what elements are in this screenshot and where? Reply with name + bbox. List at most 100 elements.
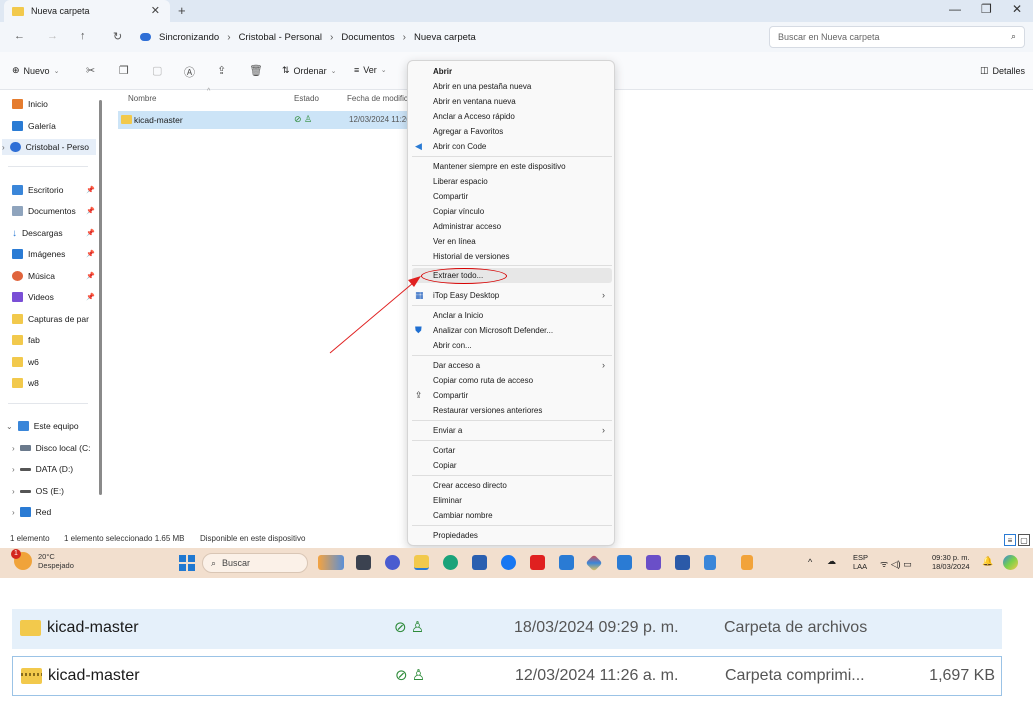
sidebar-item-este-equipo[interactable]: ⌄ Este equipo [6,418,96,434]
menu-item-administrar-acceso[interactable]: Administrar acceso [433,222,501,231]
outlook-icon[interactable] [559,555,574,570]
zoom-row-folder[interactable]: kicad-master ⊘ ♙ 18/03/2024 09:29 p. m. … [12,609,1002,649]
sidebar-item-inicio[interactable]: Inicio [12,96,102,112]
file-explorer-icon[interactable] [414,555,429,570]
sort-button[interactable]: ⇅ Ordenar ⌄ [282,65,336,76]
landscape-widget-icon[interactable] [318,555,344,570]
menu-item-dar-acceso[interactable]: Dar acceso a [433,361,480,370]
forward-icon[interactable]: → [47,30,58,42]
windows-start-icon[interactable] [179,555,195,571]
sidebar-item-cristobal[interactable]: › Cristobal - Perso [2,139,96,155]
breadcrumb-item[interactable]: Nueva carpeta [414,32,476,43]
youtube-icon[interactable] [530,555,545,570]
share-icon[interactable]: ⇪ [217,64,226,77]
taskbar-search[interactable]: ⌕ Buscar [202,553,308,573]
menu-item-itop-easy-desktop[interactable]: iTop Easy Desktop [433,291,499,300]
minimize-icon[interactable]: — [949,2,961,16]
menu-item-cortar[interactable]: Cortar [433,446,455,455]
menu-item-eliminar[interactable]: Eliminar [433,496,462,505]
sidebar-item-data-d[interactable]: › DATA (D:) [12,461,102,477]
view-button[interactable]: ≡ Ver ⌄ [354,65,387,75]
store-icon[interactable] [472,555,487,570]
menu-item-crear-acceso-directo[interactable]: Crear acceso directo [433,481,507,490]
teams-icon[interactable] [646,555,661,570]
menu-item-liberar-espacio[interactable]: Liberar espacio [433,177,488,186]
tiles-view-icon[interactable]: ▢ [1018,534,1030,546]
menu-item-compartir[interactable]: Compartir [433,391,468,400]
menu-item-analizar-defender[interactable]: Analizar con Microsoft Defender... [433,326,553,335]
refresh-icon[interactable]: ↻ [113,30,122,43]
column-header-status[interactable]: Estado [294,94,319,103]
network-app-icon[interactable] [704,555,716,570]
delete-icon[interactable]: 🗑 [249,64,263,77]
restore-icon[interactable]: ❐ [981,2,992,16]
chat-icon[interactable] [385,555,400,570]
new-tab-icon[interactable]: + [178,3,186,18]
search-input[interactable]: Buscar en Nueva carpeta ⌕ [769,26,1025,48]
menu-item-compartir-onedrive[interactable]: Compartir [433,192,468,201]
menu-item-abrir-con-code[interactable]: Abrir con Code [433,142,486,151]
copilot-icon[interactable] [1003,555,1018,570]
app-icon[interactable] [741,555,753,570]
task-view-icon[interactable] [356,555,371,570]
wifi-volume-battery-icon[interactable]: ᯤ ◁) ▭ [880,557,912,570]
sidebar-scrollbar[interactable] [99,100,102,495]
menu-item-copiar-ruta[interactable]: Copiar como ruta de acceso [433,376,533,385]
breadcrumb-item[interactable]: Cristobal - Personal [239,32,322,43]
details-view-icon[interactable]: ≡ [1004,534,1016,546]
sidebar-item-galeria[interactable]: Galería [12,118,102,134]
breadcrumb-item[interactable]: Sincronizando [159,32,219,43]
notification-bell-icon[interactable]: 🔔 [982,556,993,567]
sidebar-item-disco-c[interactable]: › Disco local (C: [12,440,102,456]
menu-item-abrir-con[interactable]: Abrir con... [433,341,472,350]
tab-nueva-carpeta[interactable]: Nueva carpeta ✕ [4,0,170,22]
menu-item-mantener[interactable]: Mantener siempre en este dispositivo [433,162,566,171]
new-button[interactable]: ⊕ Nuevo ⌄ [12,65,59,76]
sidebar-item-os-e[interactable]: › OS (E:) [12,483,102,499]
copy-icon[interactable]: ❐ [119,64,129,77]
edge-icon[interactable] [443,555,458,570]
menu-item-enviar-a[interactable]: Enviar a [433,426,462,435]
menu-item-abrir-ventana[interactable]: Abrir en ventana nueva [433,97,516,106]
sidebar-item-fab[interactable]: fab [12,332,102,348]
zoom-row-zip[interactable]: kicad-master ⊘ ♙ 12/03/2024 11:26 a. m. … [12,656,1002,696]
close-tab-icon[interactable]: ✕ [151,4,160,17]
weather-widget[interactable]: 1 20°C Despejado [11,549,74,570]
menu-item-copiar[interactable]: Copiar [433,461,457,470]
menu-item-abrir[interactable]: Abrir [433,67,452,76]
menu-item-copiar-vinculo[interactable]: Copiar vínculo [433,207,484,216]
close-window-icon[interactable]: ✕ [1012,2,1022,16]
breadcrumb[interactable]: Sincronizando › Cristobal - Personal › D… [140,26,762,48]
paste-icon[interactable]: ▢ [152,64,162,77]
clock[interactable]: 09:30 p. m. 18/03/2024 [932,553,970,571]
sidebar-item-w6[interactable]: w6 [12,354,102,370]
up-icon[interactable]: ↑ [80,30,86,42]
menu-item-ver-en-linea[interactable]: Ver en línea [433,237,476,246]
details-button[interactable]: ◫ Detalles [980,65,1025,76]
sidebar-item-w8[interactable]: w8 [12,375,102,391]
menu-item-abrir-pestana[interactable]: Abrir en una pestaña nueva [433,82,531,91]
onedrive-tray-icon[interactable]: ☁ [827,556,836,567]
menu-item-historial-versiones[interactable]: Historial de versiones [433,252,509,261]
sidebar-item-capturas[interactable]: Capturas de par [12,311,102,327]
menu-item-cambiar-nombre[interactable]: Cambiar nombre [433,511,493,520]
rename-icon[interactable]: Ⓐ [184,64,195,80]
vscode-taskbar-icon[interactable] [617,555,632,570]
table-row[interactable]: kicad-master ⊘ ♙ 12/03/2024 11:26 [118,111,413,129]
chevron-up-icon[interactable]: ^ [808,557,812,567]
sidebar-item-red[interactable]: › Red [12,504,102,520]
column-header-name[interactable]: Nombre [128,94,156,103]
menu-item-restaurar-versiones[interactable]: Restaurar versiones anteriores [433,406,542,415]
menu-item-propiedades[interactable]: Propiedades [433,531,478,540]
language-indicator[interactable]: ESP LAA [853,553,868,571]
cut-icon[interactable]: ✂ [86,64,95,77]
menu-item-agregar-favoritos[interactable]: Agregar a Favoritos [433,127,503,136]
back-icon[interactable]: ← [14,30,25,42]
pinwheel-app-icon[interactable] [585,554,603,572]
menu-item-anclar-inicio[interactable]: Anclar a Inicio [433,311,483,320]
column-header-date[interactable]: Fecha de modific [347,94,408,103]
facebook-icon[interactable] [501,555,516,570]
word-icon[interactable] [675,555,690,570]
breadcrumb-item[interactable]: Documentos [341,32,394,43]
menu-item-anclar-acceso-rapido[interactable]: Anclar a Acceso rápido [433,112,515,121]
